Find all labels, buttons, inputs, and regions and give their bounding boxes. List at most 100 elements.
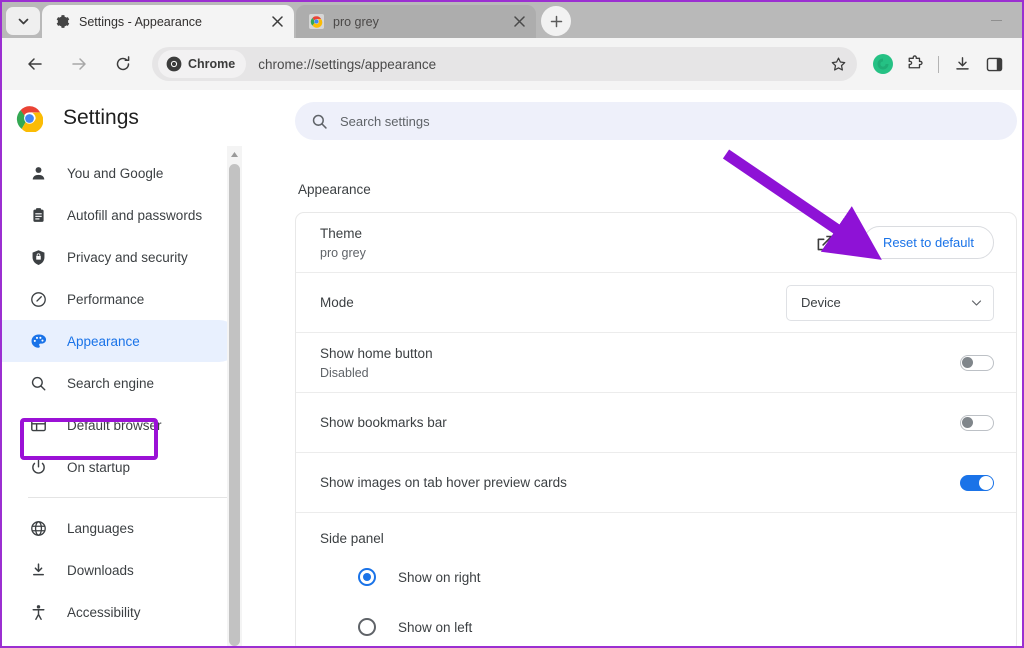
sidebar-item-accessibility[interactable]: Accessibility (2, 591, 240, 633)
tab-strip-empty-area (571, 2, 1022, 38)
address-bar[interactable]: Chrome chrome://settings/appearance (152, 47, 857, 81)
open-theme-page-button[interactable] (811, 229, 839, 257)
external-link-icon (817, 235, 833, 250)
sidebar-item-default-browser[interactable]: Default browser (2, 404, 240, 446)
reload-button[interactable] (106, 47, 140, 81)
settings-scrollbar[interactable] (227, 146, 242, 646)
mode-select-value: Device (801, 295, 841, 310)
toggle-knob (962, 356, 973, 368)
download-icon (955, 56, 969, 70)
arrow-right-icon (72, 58, 86, 70)
toolbar-divider (938, 55, 939, 73)
reset-to-default-button[interactable]: Reset to default (862, 226, 994, 259)
power-icon (28, 457, 48, 477)
chrome-icon (308, 14, 324, 30)
tab-title: pro grey (333, 14, 379, 29)
row-theme: Theme pro grey Reset to default (296, 213, 1016, 273)
sidebar-item-appearance[interactable]: Appearance (2, 320, 240, 362)
sidebar-nav: You and Google Autofill and passwords Pr… (2, 152, 242, 633)
appearance-settings-card: Theme pro grey Reset to default Mode Dev… (295, 212, 1017, 646)
radio-label: Show on right (398, 569, 481, 585)
row-tab-hover-texts: Show images on tab hover preview cards (320, 475, 960, 490)
side-panel-option-show-on-left[interactable]: Show on left (296, 602, 1016, 646)
row-title: Show images on tab hover preview cards (320, 475, 567, 490)
show-home-button-toggle[interactable] (960, 354, 994, 371)
sidebar-item-performance[interactable]: Performance (2, 278, 240, 320)
sidebar-item-label: You and Google (67, 165, 164, 181)
reload-icon (116, 56, 130, 71)
window-controls (976, 2, 1016, 38)
radio-selected-icon (358, 568, 376, 586)
settings-sidebar: Settings You and Google Autofill and pas… (2, 90, 242, 646)
palette-icon (28, 331, 48, 351)
extensions-button[interactable] (899, 48, 931, 80)
minimize-button[interactable] (976, 5, 1016, 35)
plus-icon (550, 15, 562, 27)
row-show-bookmarks-bar: Show bookmarks bar (296, 393, 1016, 453)
search-settings-placeholder: Search settings (340, 113, 430, 129)
toggle-knob (979, 475, 993, 490)
section-heading-appearance: Appearance (298, 182, 371, 197)
sidebar-item-label: Default browser (67, 417, 162, 433)
settings-page: Settings You and Google Autofill and pas… (2, 90, 1022, 646)
row-title: Mode (320, 295, 354, 310)
row-home-texts: Show home button Disabled (320, 346, 960, 380)
tab-settings-appearance[interactable]: Settings - Appearance (42, 5, 294, 38)
sidebar-item-label: Search engine (67, 375, 155, 391)
chrome-origin-chip[interactable]: Chrome (158, 50, 247, 78)
row-subtitle: Disabled (320, 365, 369, 380)
chrome-logo-icon (16, 105, 44, 133)
radio-unselected-icon (358, 618, 376, 636)
sidebar-item-you-and-google[interactable]: You and Google (2, 152, 240, 194)
back-button[interactable] (18, 47, 52, 81)
row-subtitle: pro grey (320, 245, 366, 260)
star-icon (831, 56, 845, 71)
scrollbar-thumb[interactable] (229, 164, 240, 646)
sidebar-item-label: Downloads (67, 562, 134, 578)
sidebar-item-label: On startup (67, 459, 131, 475)
row-title: Theme (320, 225, 363, 241)
side-panel-button[interactable] (978, 48, 1010, 80)
radio-label: Show on left (398, 619, 473, 635)
sidebar-item-privacy-and-security[interactable]: Privacy and security (2, 236, 240, 278)
chrome-chip-label: Chrome (188, 57, 236, 71)
globe-icon (28, 518, 48, 538)
mode-select[interactable]: Device (786, 284, 994, 321)
triangle-up-icon (231, 151, 238, 157)
browser-window-icon (28, 415, 48, 435)
bookmark-button[interactable] (823, 49, 853, 79)
tab-hover-preview-toggle[interactable] (960, 474, 994, 491)
row-tab-hover-preview: Show images on tab hover preview cards (296, 453, 1016, 513)
side-panel-option-show-on-right[interactable]: Show on right (296, 552, 1016, 602)
sidebar-item-autofill-and-passwords[interactable]: Autofill and passwords (2, 194, 240, 236)
row-mode: Mode Device (296, 273, 1016, 333)
arrow-left-icon (28, 58, 42, 70)
tab-strip: Settings - Appearance pro grey (2, 2, 1022, 38)
tab-pro-grey[interactable]: pro grey (296, 5, 536, 38)
person-icon (28, 163, 48, 183)
chevron-down-icon (971, 299, 982, 306)
show-bookmarks-bar-toggle[interactable] (960, 414, 994, 431)
chevron-down-icon (18, 18, 28, 24)
browser-window: Settings - Appearance pro grey Chrome ch… (0, 0, 1024, 648)
tab-close-button[interactable] (268, 13, 286, 31)
tab-close-button[interactable] (510, 13, 528, 31)
sidebar-item-on-startup[interactable]: On startup (2, 446, 240, 488)
gear-icon (54, 14, 70, 30)
scrollbar-up-arrow[interactable] (227, 146, 242, 162)
row-title: Show home button (320, 345, 433, 361)
sidebar-item-downloads[interactable]: Downloads (2, 549, 240, 591)
sidebar-item-languages[interactable]: Languages (2, 507, 240, 549)
search-icon (312, 114, 327, 129)
toggle-knob (962, 416, 973, 428)
profile-button[interactable] (867, 48, 899, 80)
new-tab-button[interactable] (541, 6, 571, 36)
sidebar-item-search-engine[interactable]: Search engine (2, 362, 240, 404)
browser-toolbar: Chrome chrome://settings/appearance (2, 38, 1022, 90)
forward-button[interactable] (62, 47, 96, 81)
search-settings-input[interactable]: Search settings (295, 102, 1017, 140)
downloads-button[interactable] (946, 48, 978, 80)
sidebar-item-label: Autofill and passwords (67, 207, 203, 223)
tab-search-button[interactable] (6, 7, 40, 35)
profile-avatar-icon (873, 54, 893, 74)
